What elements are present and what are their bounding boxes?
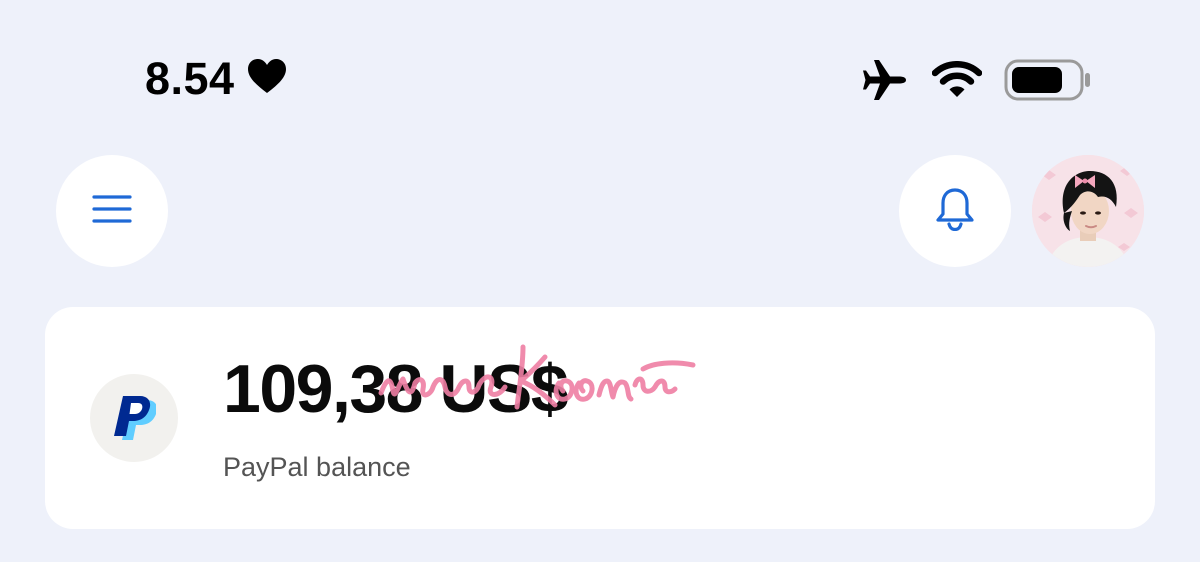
status-icons xyxy=(862,58,1092,107)
status-time: 8.54 xyxy=(145,53,235,104)
wifi-icon xyxy=(931,61,983,104)
airplane-icon xyxy=(862,58,910,107)
balance-label: PayPal balance xyxy=(223,452,411,482)
menu-button[interactable] xyxy=(56,155,168,267)
hamburger-menu-icon xyxy=(92,193,132,230)
status-time-group: 8.54 xyxy=(145,56,287,101)
avatar-image xyxy=(1032,155,1144,267)
heart-icon xyxy=(247,58,287,99)
bell-icon xyxy=(935,187,975,236)
battery-icon xyxy=(1004,59,1092,106)
profile-avatar[interactable] xyxy=(1032,155,1144,267)
balance-amount-group: 109,38 US$ xyxy=(223,344,696,427)
balance-amount: 109,38 US$ xyxy=(223,351,569,427)
notifications-button[interactable] xyxy=(899,155,1011,267)
paypal-logo xyxy=(90,374,178,462)
balance-card[interactable]: 109,38 US$ PayPal balance xyxy=(45,307,1155,529)
